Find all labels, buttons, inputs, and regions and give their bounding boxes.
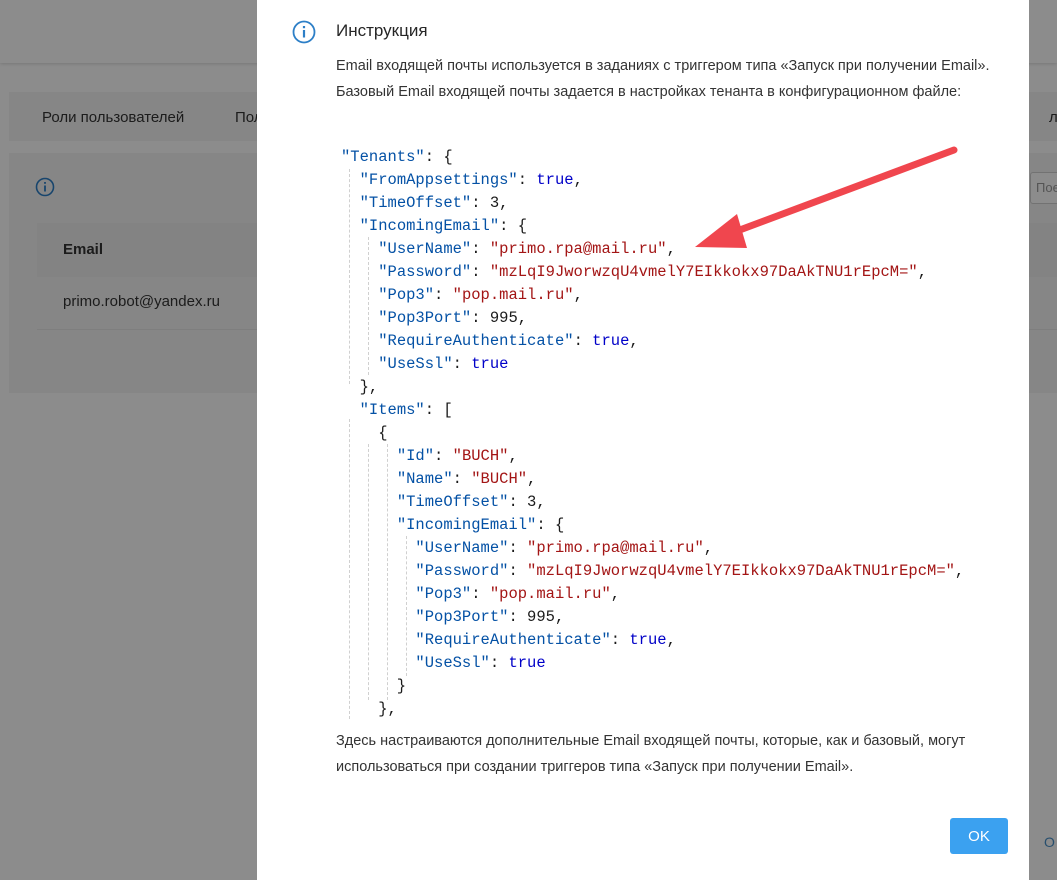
red-arrow-icon <box>695 146 958 248</box>
instruction-modal: Инструкция Email входящей почты использу… <box>257 0 1029 880</box>
ok-button[interactable]: OK <box>950 818 1008 854</box>
